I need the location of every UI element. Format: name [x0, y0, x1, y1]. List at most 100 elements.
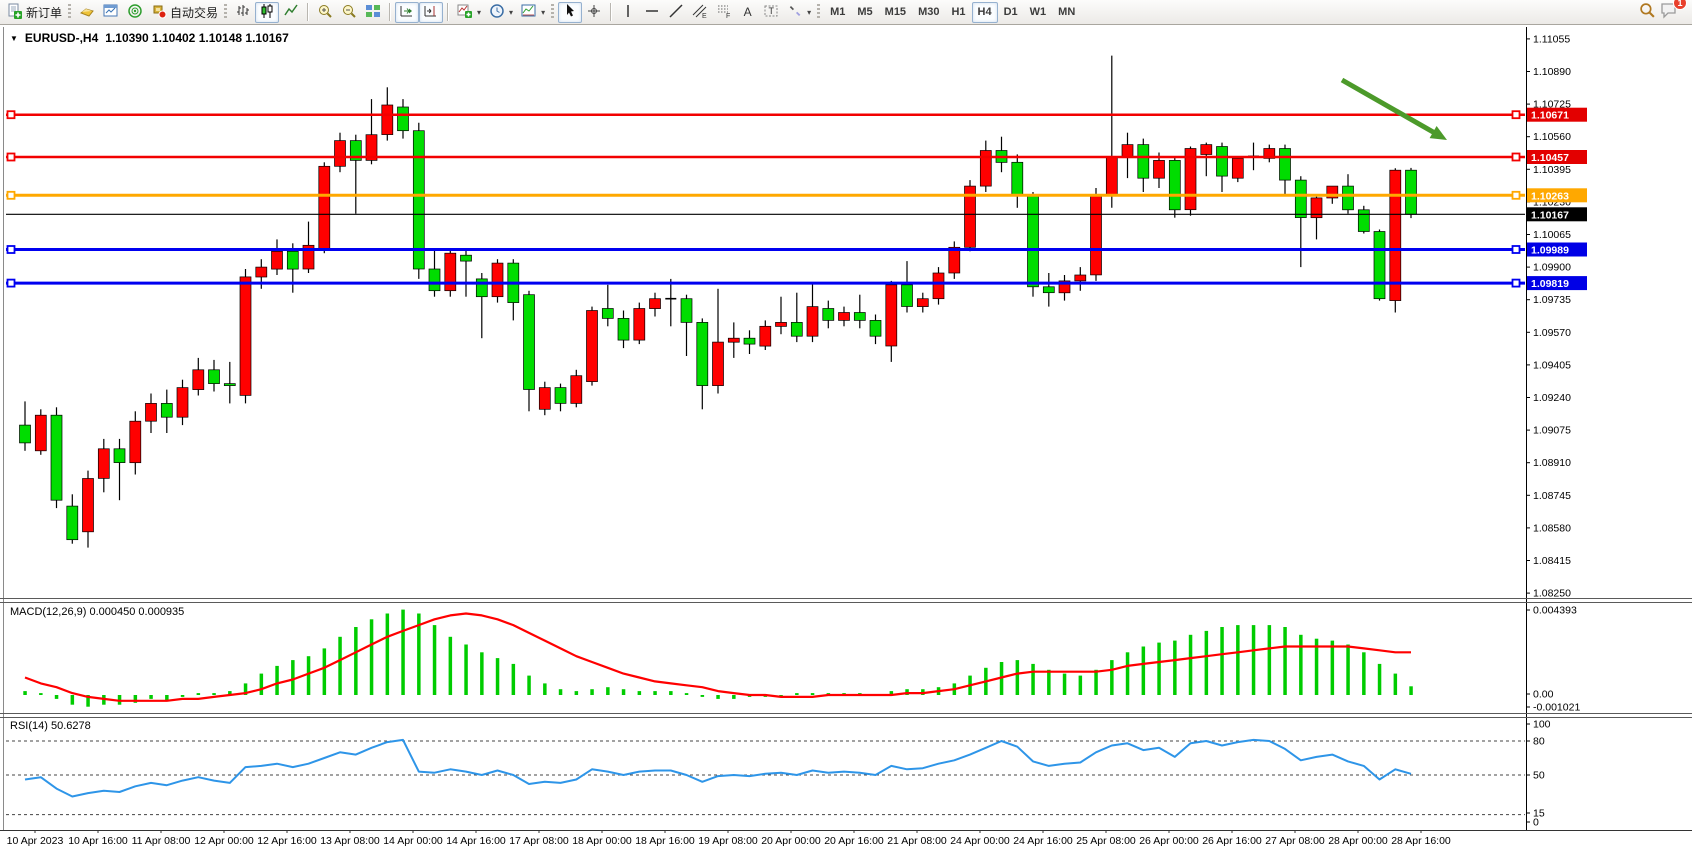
indicators-icon	[457, 3, 473, 22]
horizontal-line-tool-button[interactable]	[640, 2, 664, 23]
price-tick-label: 1.10395	[1533, 164, 1571, 176]
tab-timeframe-m5[interactable]: M5	[851, 2, 878, 23]
macd-bar	[370, 619, 374, 695]
tab-timeframe-h1[interactable]: H1	[945, 2, 971, 23]
candle	[1232, 156, 1243, 182]
periods-button[interactable]: ▾	[485, 2, 517, 23]
trendline-tool-button[interactable]	[664, 2, 688, 23]
auto-scroll-button[interactable]	[395, 2, 419, 23]
candle	[776, 297, 787, 335]
equidistant-channel-icon: E	[692, 3, 708, 22]
toolbar-grip[interactable]	[551, 4, 554, 20]
tab-timeframe-m1[interactable]: M1	[824, 2, 851, 23]
toolbar-grip[interactable]	[817, 4, 820, 20]
toolbar-grip[interactable]	[68, 4, 71, 20]
arrow-annotation[interactable]	[1342, 80, 1447, 140]
candle	[240, 269, 251, 403]
timeframe-group: M1M5M15M30H1H4D1W1MN	[824, 2, 1081, 23]
price-tick-label: 1.09570	[1533, 327, 1571, 339]
time-tick-label: 28 Apr 16:00	[1391, 835, 1451, 847]
auto-trading-icon	[151, 3, 167, 22]
bar-chart-button[interactable]	[231, 2, 255, 23]
price-tick-label: 1.08580	[1533, 522, 1571, 534]
macd-bar	[1063, 674, 1067, 695]
macd-bar	[71, 695, 75, 705]
zoom-in-icon	[317, 3, 333, 22]
text-tool-button[interactable]: A	[736, 2, 759, 23]
text-label-tool-button[interactable]: T	[759, 2, 783, 23]
arrows-tool-button[interactable]: ▾	[783, 2, 815, 23]
toolbar-grip[interactable]	[224, 4, 227, 20]
tab-timeframe-m15[interactable]: M15	[879, 2, 912, 23]
time-tick-label: 24 Apr 00:00	[950, 835, 1010, 847]
profile-button[interactable]	[75, 2, 99, 23]
horizontal-line-1.10671: 1.10671	[6, 108, 1587, 122]
cursor-tool-button[interactable]	[558, 2, 582, 23]
indicators-caret-icon: ▾	[477, 8, 481, 17]
macd-bar	[1331, 641, 1335, 695]
hline-price-label: 1.10671	[1531, 110, 1569, 122]
hline-price-label: 1.09989	[1531, 245, 1569, 257]
time-tick-label: 12 Apr 16:00	[257, 835, 317, 847]
data-window-button[interactable]	[123, 2, 147, 23]
templates-button[interactable]: ▾	[517, 2, 549, 23]
tab-timeframe-w1[interactable]: W1	[1024, 2, 1053, 23]
candlestick-plot[interactable]	[20, 56, 1417, 548]
candle	[114, 439, 125, 500]
macd-bar	[685, 693, 689, 695]
auto-trading-button[interactable]: 自动交易	[147, 2, 222, 23]
time-tick-label: 11 Apr 08:00	[132, 835, 191, 847]
candlestick-chart-button[interactable]	[255, 2, 279, 23]
line-chart-button[interactable]	[279, 2, 303, 23]
time-tick-label: 20 Apr 16:00	[824, 835, 884, 847]
market-watch-button[interactable]	[99, 2, 123, 23]
hline-price-label: 1.09819	[1531, 278, 1569, 290]
community-chat-button[interactable]: 1	[1660, 1, 1679, 24]
macd-bar	[1409, 686, 1413, 695]
zoom-in-button[interactable]	[313, 2, 337, 23]
candle	[760, 320, 771, 350]
macd-bar	[212, 693, 216, 695]
indicators-button[interactable]: ▾	[453, 2, 485, 23]
chart-shift-button[interactable]	[419, 2, 443, 23]
tab-timeframe-m30[interactable]: M30	[912, 2, 945, 23]
macd-bar	[575, 691, 579, 695]
macd-bar	[291, 660, 295, 695]
candle	[728, 322, 739, 358]
search-button[interactable]	[1635, 2, 1660, 23]
tile-windows-button[interactable]	[361, 2, 385, 23]
text-tool-icon: A	[744, 5, 752, 19]
crosshair-tool-button[interactable]	[582, 2, 606, 23]
tab-timeframe-d1[interactable]: D1	[998, 2, 1024, 23]
macd-bar	[606, 687, 610, 695]
candle	[996, 137, 1007, 173]
candlestick-chart-canvas[interactable]: 1.110551.108901.107251.105601.103951.102…	[0, 25, 1692, 853]
macd-bar	[1016, 660, 1020, 695]
new-order-button[interactable]: 新订单	[3, 2, 66, 23]
horizontal-line-icon	[644, 3, 660, 22]
macd-bar	[480, 652, 484, 695]
chart-window[interactable]: 1.110551.108901.107251.105601.103951.102…	[0, 25, 1692, 853]
candle	[1217, 143, 1228, 192]
candle	[713, 289, 724, 394]
rsi-plot[interactable]: 1008050150	[6, 719, 1551, 829]
candle	[193, 358, 204, 396]
tab-timeframe-mn[interactable]: MN	[1052, 2, 1081, 23]
equidistant-channel-tool-button[interactable]: E	[688, 2, 712, 23]
fibonacci-tool-button[interactable]: F	[712, 2, 736, 23]
new-order-label: 新订单	[26, 4, 62, 21]
time-axis[interactable]: 10 Apr 202310 Apr 16:0011 Apr 08:0012 Ap…	[7, 830, 1451, 847]
crosshair-icon	[586, 3, 602, 22]
line-chart-icon	[283, 3, 299, 22]
candle	[492, 259, 503, 302]
templates-caret-icon: ▾	[541, 8, 545, 17]
candle	[980, 141, 991, 192]
macd-plot[interactable]: 0.0043930.00-0.001021	[23, 605, 1580, 714]
candle	[51, 407, 62, 508]
vertical-line-tool-button[interactable]	[616, 2, 640, 23]
tab-timeframe-h4[interactable]: H4	[972, 2, 998, 23]
candlestick-chart-icon	[259, 3, 275, 22]
zoom-out-button[interactable]	[337, 2, 361, 23]
price-tick-label: 1.11055	[1533, 33, 1570, 45]
macd-bar	[1378, 664, 1382, 695]
